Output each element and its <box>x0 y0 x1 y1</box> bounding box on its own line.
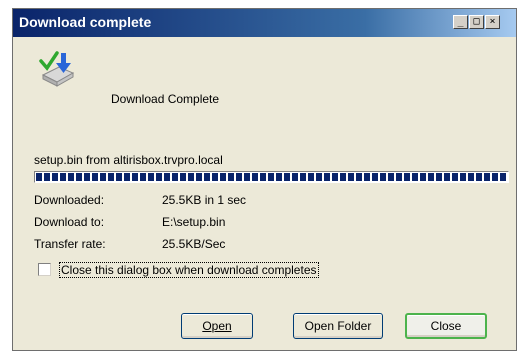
open-button-label: Open <box>202 319 232 333</box>
download-complete-icon <box>37 49 77 89</box>
download-source: setup.bin from altirisbox.trvpro.local <box>34 153 223 167</box>
minimize-button[interactable]: _ <box>453 15 468 29</box>
close-button-label: Close <box>430 319 462 333</box>
transfer-rate-label: Transfer rate: <box>34 237 106 251</box>
close-button[interactable]: Close <box>405 313 487 339</box>
window-title: Download complete <box>19 14 152 30</box>
download-dialog: Download complete _ □ × Download Complet… <box>12 8 517 351</box>
open-folder-button[interactable]: Open Folder <box>293 313 383 339</box>
open-folder-button-label: Open Folder <box>304 319 372 333</box>
downloaded-label: Downloaded: <box>34 193 105 207</box>
download-headline: Download Complete <box>111 92 220 106</box>
download-to-label: Download to: <box>34 215 105 229</box>
downloaded-value: 25.5KB in 1 sec <box>162 193 247 207</box>
close-on-complete-checkbox[interactable] <box>38 263 51 276</box>
title-bar[interactable]: Download complete _ □ × <box>13 9 516 37</box>
progress-fill <box>36 173 507 181</box>
open-button[interactable]: Open <box>181 313 253 339</box>
download-to-value: E:\setup.bin <box>162 215 226 229</box>
close-on-complete-label[interactable]: Close this dialog box when download comp… <box>59 262 319 278</box>
maximize-button[interactable]: □ <box>469 15 484 29</box>
progress-bar <box>34 171 509 183</box>
close-window-button[interactable]: × <box>485 15 500 29</box>
transfer-rate-value: 25.5KB/Sec <box>162 237 226 251</box>
